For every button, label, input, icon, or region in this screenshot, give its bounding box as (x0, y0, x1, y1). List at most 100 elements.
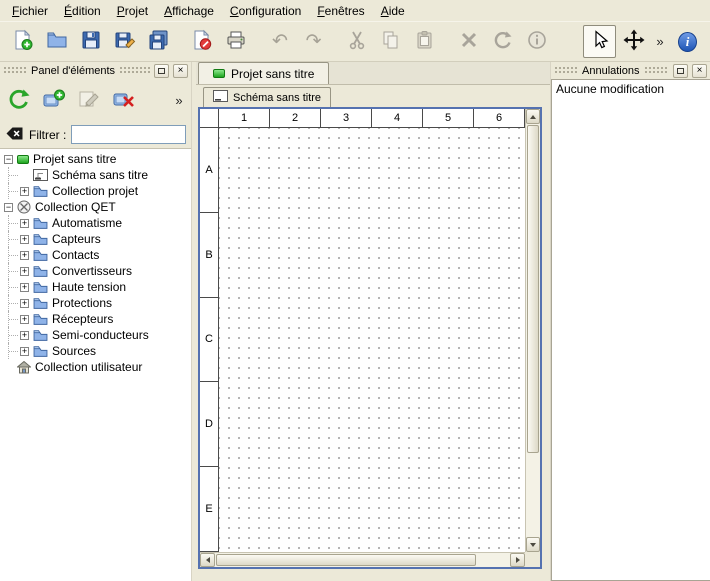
float-panel-button[interactable] (673, 64, 688, 78)
tree-item-automatisme[interactable]: + Automatisme (0, 215, 191, 231)
reload-collections-button[interactable] (4, 85, 34, 115)
chevron-double-right-icon: » (656, 34, 663, 49)
arrow-right-icon (516, 557, 520, 563)
tree-item-semi-conducteurs[interactable]: + Semi-conducteurs (0, 327, 191, 343)
horizontal-scrollbar-thumb[interactable] (216, 554, 476, 566)
float-panel-button[interactable] (154, 64, 169, 78)
edit-element-button[interactable] (74, 85, 104, 115)
schema-tab-label: Schéma sans titre (233, 92, 321, 104)
tab-projet-sans-titre[interactable]: Projet sans titre (198, 62, 329, 84)
mdi-area: Projet sans titre Schéma sans titre (192, 62, 550, 581)
redo-button[interactable]: ↷ (297, 25, 330, 58)
scroll-left-button[interactable] (200, 553, 215, 567)
expand-icon[interactable]: + (20, 267, 29, 276)
menu-fichier[interactable]: Fichier (4, 2, 56, 20)
elements-panel-titlebar[interactable]: Panel d'éléments × (0, 62, 191, 79)
menu-fenetres[interactable]: Fenêtres (309, 2, 372, 20)
expand-icon[interactable]: + (20, 251, 29, 260)
expand-icon[interactable]: + (20, 299, 29, 308)
ruler-row: D (200, 382, 218, 467)
tree-item-project[interactable]: − Projet sans titre (0, 151, 191, 167)
pencil-edit-icon (77, 87, 101, 114)
vertical-scrollbar[interactable] (525, 109, 540, 552)
delete-button[interactable] (453, 25, 486, 58)
vertical-scrollbar-track[interactable] (526, 454, 540, 537)
save-button[interactable] (74, 25, 107, 58)
expand-icon[interactable]: + (20, 187, 29, 196)
tree-item-label: Protections (52, 296, 112, 310)
close-panel-button[interactable]: × (692, 64, 707, 78)
menu-affichage[interactable]: Affichage (156, 2, 222, 20)
cut-button[interactable] (341, 25, 374, 58)
expand-icon[interactable]: + (20, 315, 29, 324)
expand-icon[interactable]: + (20, 331, 29, 340)
print-button[interactable] (220, 25, 253, 58)
new-element-button[interactable] (39, 85, 69, 115)
delete-element-button[interactable] (109, 85, 139, 115)
tab-schema-sans-titre[interactable]: Schéma sans titre (203, 87, 331, 107)
qet-collection-icon (17, 200, 31, 214)
copy-button[interactable] (375, 25, 408, 58)
row-ruler: A B C D E (200, 128, 219, 552)
about-qet-button[interactable]: i (671, 25, 704, 58)
menu-edition[interactable]: Édition (56, 2, 109, 20)
filter-input[interactable] (71, 125, 186, 144)
tree-item-contacts[interactable]: + Contacts (0, 247, 191, 263)
expand-icon[interactable]: + (20, 347, 29, 356)
folder-icon (33, 185, 48, 197)
vertical-scrollbar-thumb[interactable] (527, 125, 539, 453)
toolbar-separator (254, 24, 263, 59)
expand-icon[interactable]: + (20, 283, 29, 292)
close-panel-button[interactable]: × (173, 64, 188, 78)
ruler-row: C (200, 298, 218, 383)
toolbar-overflow-button[interactable]: » (651, 25, 669, 58)
scroll-down-button[interactable] (526, 537, 540, 552)
tree-item-convertisseurs[interactable]: + Convertisseurs (0, 263, 191, 279)
panel-toolbar-overflow-button[interactable]: » (169, 85, 187, 115)
paste-button[interactable] (409, 25, 442, 58)
expand-icon[interactable]: + (20, 235, 29, 244)
menu-projet[interactable]: Projet (109, 2, 156, 20)
undo-panel-titlebar[interactable]: Annulations × (551, 62, 710, 79)
tree-item-collection-qet[interactable]: − Collection QET (0, 199, 191, 215)
tree-item-schema[interactable]: Schéma sans titre (0, 167, 191, 183)
tree-item-label: Schéma sans titre (52, 168, 148, 182)
ruler-column: 3 (321, 109, 372, 127)
object-info-button[interactable] (521, 25, 554, 58)
tree-item-label: Haute tension (52, 280, 126, 294)
tree-item-protections[interactable]: + Protections (0, 295, 191, 311)
scroll-right-button[interactable] (510, 553, 525, 567)
schema-icon (213, 90, 228, 105)
undo-history-empty-item: Aucune modification (552, 80, 710, 98)
close-file-button[interactable] (186, 25, 219, 58)
save-all-button[interactable] (142, 25, 175, 58)
move-tool-button[interactable] (617, 25, 650, 58)
scroll-up-button[interactable] (526, 109, 540, 124)
tree-item-recepteurs[interactable]: + Récepteurs (0, 311, 191, 327)
tree-item-haute-tension[interactable]: + Haute tension (0, 279, 191, 295)
horizontal-scrollbar-track[interactable] (477, 553, 510, 567)
menu-configuration[interactable]: Configuration (222, 2, 309, 20)
ruler-column: 2 (270, 109, 321, 127)
pointer-tool-button[interactable] (583, 25, 616, 58)
new-project-button[interactable] (6, 25, 39, 58)
dock-grip (644, 66, 670, 75)
tree-item-capteurs[interactable]: + Capteurs (0, 231, 191, 247)
tree-item-sources[interactable]: + Sources (0, 343, 191, 359)
open-project-button[interactable] (40, 25, 73, 58)
expand-icon[interactable]: + (20, 219, 29, 228)
clear-filter-icon[interactable] (5, 124, 24, 146)
collapse-icon[interactable]: − (4, 203, 13, 212)
undo-button[interactable]: ↶ (264, 25, 297, 58)
folder-icon (33, 217, 48, 229)
undo-history-list[interactable]: Aucune modification (551, 79, 710, 581)
move-arrows-icon (623, 29, 645, 54)
collapse-icon[interactable]: − (4, 155, 13, 164)
tree-item-collection-utilisateur[interactable]: Collection utilisateur (0, 359, 191, 375)
schema-canvas[interactable] (219, 128, 525, 552)
menu-aide[interactable]: Aide (373, 2, 413, 20)
tree-item-collection-projet[interactable]: + Collection projet (0, 183, 191, 199)
horizontal-scrollbar[interactable] (200, 552, 525, 567)
rotate-button[interactable] (487, 25, 520, 58)
save-as-button[interactable] (108, 25, 141, 58)
